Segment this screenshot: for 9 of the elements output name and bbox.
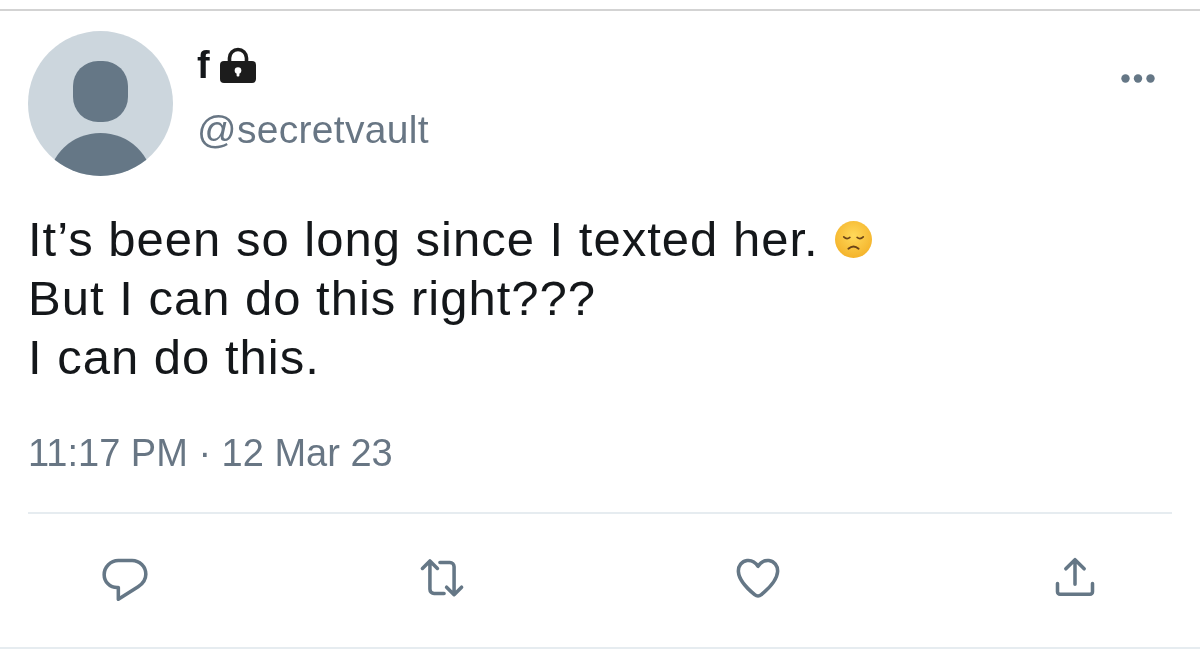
display-name: f (197, 45, 210, 85)
timestamp: 11:17 PM · 12 Mar 23 (28, 431, 393, 475)
user-handle: @secretvault (197, 107, 429, 153)
sad-face-icon (834, 221, 872, 258)
lock-icon (218, 47, 257, 83)
tweet-text-line: I can do this. (28, 329, 320, 386)
more-options-icon[interactable] (1121, 74, 1155, 83)
tweet-text-line: It’s been so long since I texted her. (28, 211, 819, 268)
tweet-text-line: But I can do this right??? (28, 270, 597, 327)
